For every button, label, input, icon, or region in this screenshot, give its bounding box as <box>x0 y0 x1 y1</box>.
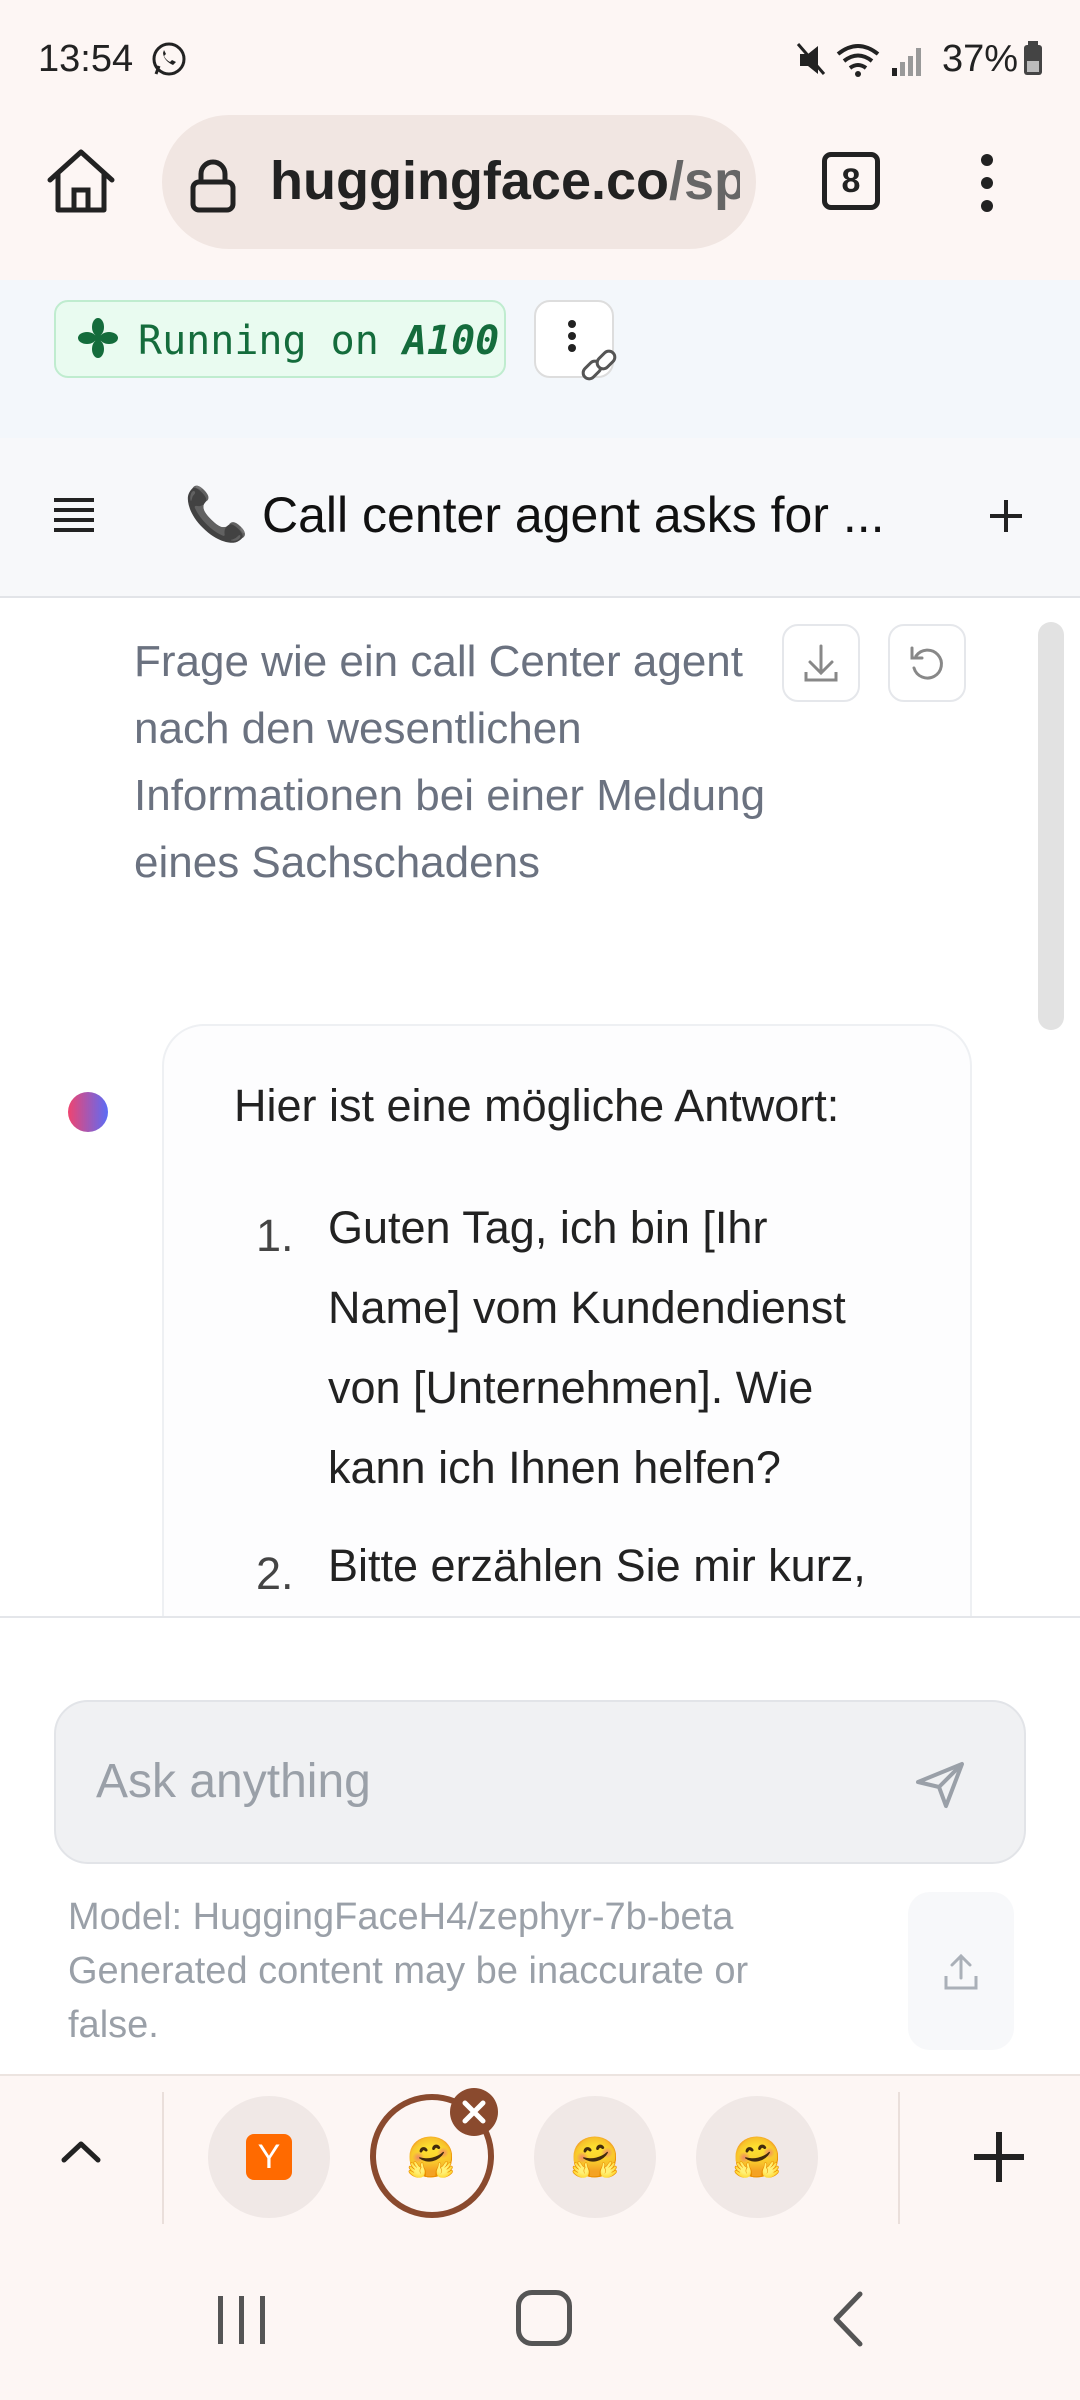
divider <box>162 2092 164 2224</box>
new-chat-plus-icon[interactable] <box>980 490 1032 542</box>
list-item-text: Guten Tag, ich bin [Ihr Name] vom Kunden… <box>328 1202 846 1493</box>
model-name: Model: HuggingFaceH4/zephyr-7b-beta <box>68 1896 734 1938</box>
share-icon[interactable] <box>942 1952 980 1992</box>
battery-percent: 37% <box>942 38 1048 81</box>
fan-icon <box>78 318 118 358</box>
recents-icon[interactable] <box>214 2294 270 2346</box>
mute-icon <box>796 43 826 75</box>
home-nav-icon[interactable] <box>516 2290 572 2346</box>
conversation-area[interactable]: Frage wie ein call Center agent nach den… <box>0 598 1080 1616</box>
whatsapp-icon <box>152 42 186 76</box>
telephone-icon: 📞 <box>184 486 249 544</box>
new-tab-plus-icon[interactable] <box>972 2130 1026 2184</box>
url-text[interactable]: huggingface.co/sp <box>270 150 740 212</box>
retry-button[interactable] <box>888 624 966 702</box>
disclaimer: Generated content may be inaccurate or f… <box>68 1950 749 2046</box>
close-icon <box>462 2100 486 2124</box>
model-info: Model: HuggingFaceH4/zephyr-7b-beta Gene… <box>68 1890 828 2052</box>
assistant-intro-text: Hier ist eine mögliche Antwort: <box>234 1080 840 1131</box>
scrollbar[interactable] <box>1038 622 1064 1030</box>
chevron-up-icon[interactable] <box>60 2136 102 2166</box>
chat-title: Call center agent asks for ... <box>262 487 882 543</box>
download-button[interactable] <box>782 624 860 702</box>
signal-icon <box>892 48 921 76</box>
status-time: 13:54 <box>38 38 134 80</box>
link-icon <box>581 349 617 381</box>
ycombinator-logo-icon: Y <box>246 2134 292 2180</box>
close-tab-button[interactable] <box>450 2088 498 2136</box>
list-item-text: Bitte erzählen Sie mir kurz, <box>328 1540 866 1591</box>
tab-count-button[interactable]: 8 <box>822 152 880 210</box>
divider <box>898 2092 900 2224</box>
hamburger-menu-icon[interactable] <box>52 494 96 538</box>
assistant-avatar <box>68 1092 108 1132</box>
running-status: Running on A100 <box>138 318 500 364</box>
more-vertical-icon[interactable] <box>566 318 578 358</box>
huggingface-icon: 🤗 <box>570 2136 620 2180</box>
wifi-icon <box>836 44 880 77</box>
lock-icon[interactable] <box>188 158 238 214</box>
back-icon[interactable] <box>830 2290 866 2348</box>
send-icon[interactable] <box>912 1756 968 1812</box>
user-message: Frage wie ein call Center agent nach den… <box>134 637 766 887</box>
more-menu-icon[interactable] <box>962 150 1012 216</box>
chat-input[interactable] <box>96 1750 856 1812</box>
huggingface-icon: 🤗 <box>406 2136 456 2180</box>
home-icon[interactable] <box>40 140 122 222</box>
list-item-number: 1. <box>256 1210 294 1261</box>
huggingface-icon: 🤗 <box>732 2136 782 2180</box>
status-icons <box>796 43 921 77</box>
refresh-icon <box>910 646 943 680</box>
download-icon <box>804 644 838 682</box>
list-item-number: 2. <box>256 1548 294 1599</box>
battery-icon <box>1024 41 1043 75</box>
